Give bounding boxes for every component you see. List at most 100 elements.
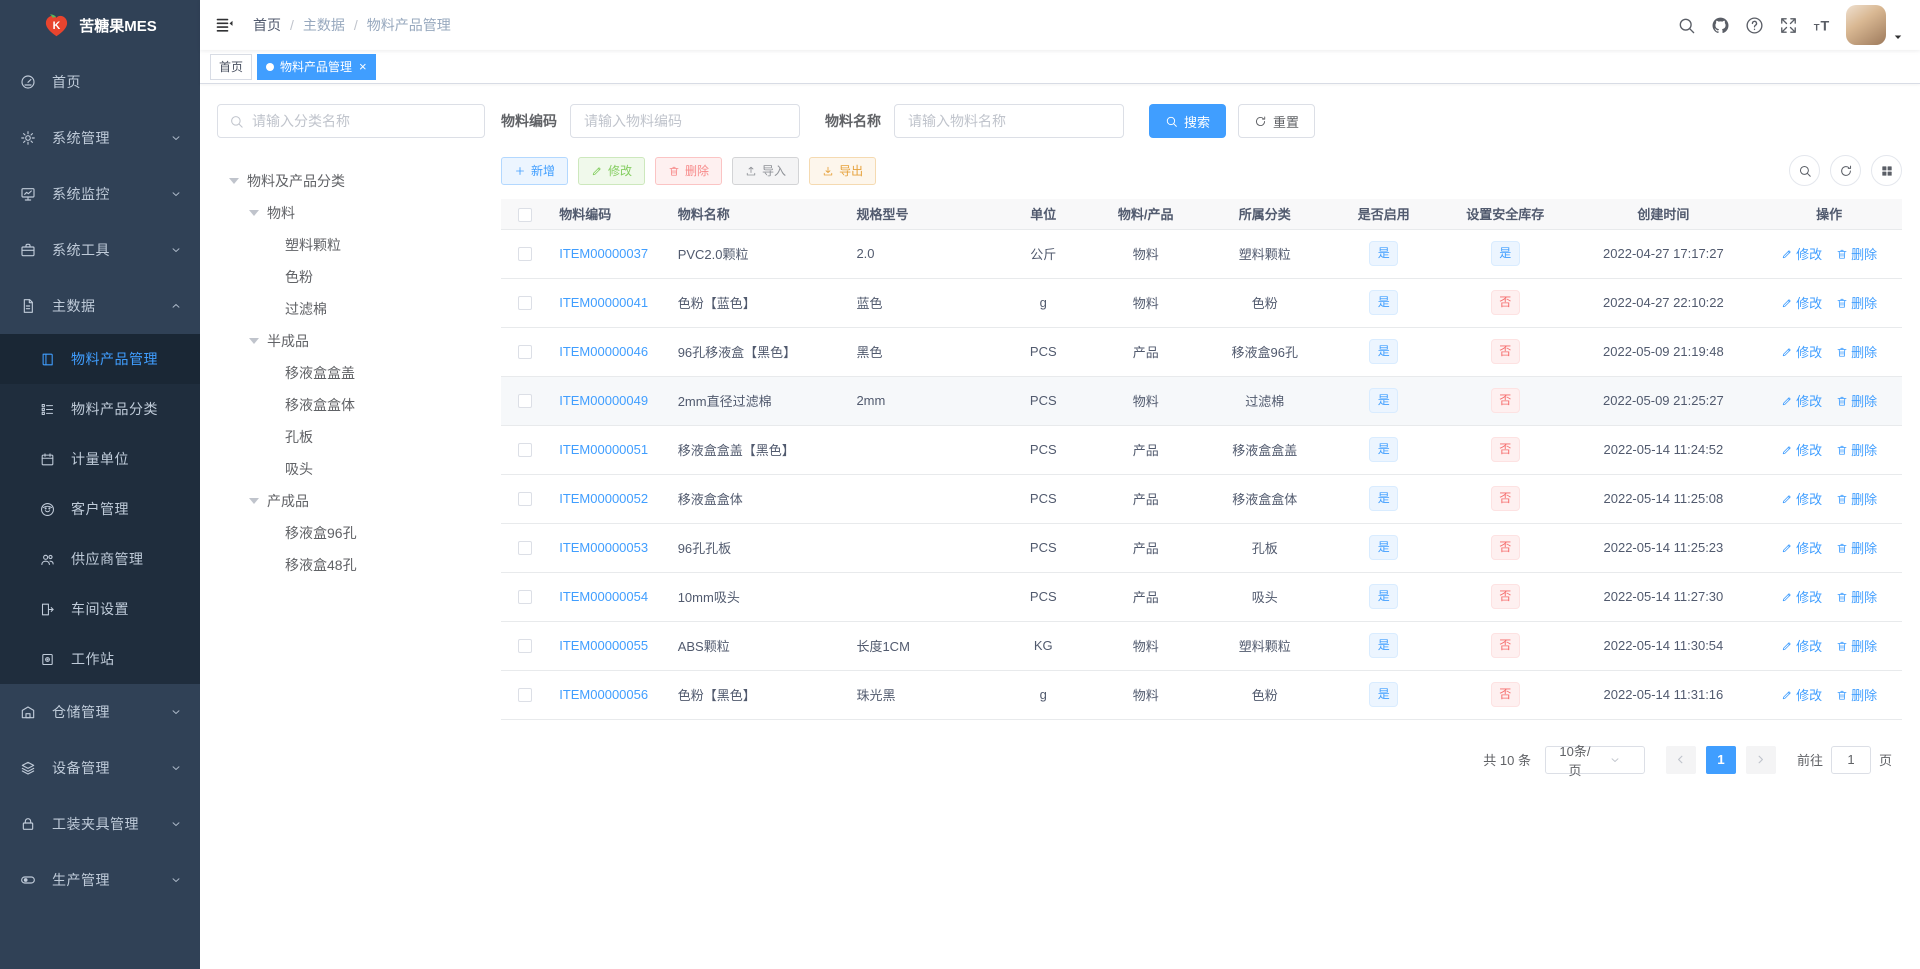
row-checkbox[interactable] <box>518 541 533 556</box>
delete-row-link[interactable]: 删除 <box>1836 391 1877 410</box>
row-checkbox[interactable] <box>518 247 533 262</box>
sidebar-item-3[interactable]: 系统工具 <box>0 222 200 278</box>
tab-0[interactable]: 首页 <box>210 53 253 80</box>
edit-row-link[interactable]: 修改 <box>1781 342 1822 361</box>
prev-page-button[interactable] <box>1665 745 1696 774</box>
sidebar-item-6[interactable]: 设备管理 <box>0 740 200 796</box>
row-checkbox[interactable] <box>518 296 533 311</box>
delete-row-link[interactable]: 删除 <box>1836 685 1877 704</box>
tree-node-4[interactable]: 过滤棉 <box>217 293 485 325</box>
delete-button[interactable]: 删除 <box>655 156 723 185</box>
delete-row-link[interactable]: 删除 <box>1836 489 1877 508</box>
sidebar-subitem-6[interactable]: 工作站 <box>0 634 200 684</box>
search-icon[interactable] <box>1677 16 1696 35</box>
sidebar-subitem-3[interactable]: 客户管理 <box>0 484 200 534</box>
sidebar-item-8[interactable]: 生产管理 <box>0 852 200 908</box>
filter-input-1[interactable] <box>894 104 1124 138</box>
material-code-link[interactable]: ITEM00000037 <box>559 246 648 261</box>
reset-button[interactable]: 重置 <box>1238 104 1316 138</box>
grid-circle-button[interactable] <box>1871 155 1902 186</box>
sidebar-item-5[interactable]: 仓储管理 <box>0 684 200 740</box>
import-button[interactable]: 导入 <box>732 156 800 185</box>
material-code-link[interactable]: ITEM00000052 <box>559 491 648 506</box>
tree-node-3[interactable]: 色粉 <box>217 261 485 293</box>
sidebar-subitem-1[interactable]: 物料产品分类 <box>0 384 200 434</box>
sidebar-subitem-2[interactable]: 计量单位 <box>0 434 200 484</box>
delete-row-link[interactable]: 删除 <box>1836 293 1877 312</box>
sidebar-item-2[interactable]: 系统监控 <box>0 166 200 222</box>
filter-input-0[interactable] <box>570 104 800 138</box>
github-icon[interactable] <box>1711 16 1730 35</box>
sidebar-item-0[interactable]: 首页 <box>0 54 200 110</box>
row-checkbox[interactable] <box>518 688 533 703</box>
delete-row-link[interactable]: 删除 <box>1836 440 1877 459</box>
material-code-link[interactable]: ITEM00000054 <box>559 589 648 604</box>
sidebar-item-1[interactable]: 系统管理 <box>0 110 200 166</box>
sidebar-item-7[interactable]: 工装夹具管理 <box>0 796 200 852</box>
row-checkbox[interactable] <box>518 443 533 458</box>
export-button[interactable]: 导出 <box>809 156 877 185</box>
tree-node-8[interactable]: 孔板 <box>217 421 485 453</box>
search-circle-button[interactable] <box>1789 155 1820 186</box>
sidebar-subitem-5[interactable]: 车间设置 <box>0 584 200 634</box>
row-checkbox[interactable] <box>518 394 533 409</box>
sidebar-subitem-4[interactable]: 供应商管理 <box>0 534 200 584</box>
row-checkbox[interactable] <box>518 639 533 654</box>
select-all-checkbox[interactable] <box>518 207 533 222</box>
edit-row-link[interactable]: 修改 <box>1781 489 1822 508</box>
tab-1[interactable]: 物料产品管理 <box>257 53 376 80</box>
sidebar-subitem-0[interactable]: 物料产品管理 <box>0 334 200 384</box>
edit-row-link[interactable]: 修改 <box>1781 636 1822 655</box>
tree-node-0[interactable]: 物料及产品分类 <box>217 165 485 197</box>
caret-down-icon[interactable] <box>249 210 259 221</box>
edit-row-link[interactable]: 修改 <box>1781 440 1822 459</box>
sidebar-item-4[interactable]: 主数据 <box>0 278 200 334</box>
material-code-link[interactable]: ITEM00000049 <box>559 393 648 408</box>
edit-button[interactable]: 修改 <box>578 156 646 185</box>
tree-node-1[interactable]: 物料 <box>217 197 485 229</box>
edit-row-link[interactable]: 修改 <box>1781 244 1822 263</box>
search-button[interactable]: 搜索 <box>1149 104 1227 138</box>
tree-node-11[interactable]: 移液盒96孔 <box>217 517 485 549</box>
sidebar-fold-icon[interactable] <box>215 15 235 35</box>
delete-row-link[interactable]: 删除 <box>1836 342 1877 361</box>
tree-node-2[interactable]: 塑料颗粒 <box>217 229 485 261</box>
fullscreen-icon[interactable] <box>1779 16 1798 35</box>
user-menu[interactable] <box>1846 5 1904 45</box>
tree-node-7[interactable]: 移液盒盒体 <box>217 389 485 421</box>
tree-search-input[interactable] <box>252 113 473 129</box>
delete-row-link[interactable]: 删除 <box>1836 636 1877 655</box>
next-page-button[interactable] <box>1745 745 1776 774</box>
material-code-link[interactable]: ITEM00000046 <box>559 344 648 359</box>
caret-down-icon[interactable] <box>249 498 259 509</box>
help-icon[interactable] <box>1745 16 1764 35</box>
edit-row-link[interactable]: 修改 <box>1781 685 1822 704</box>
page-1-button[interactable]: 1 <box>1705 745 1736 774</box>
material-code-link[interactable]: ITEM00000055 <box>559 638 648 653</box>
row-checkbox[interactable] <box>518 345 533 360</box>
delete-row-link[interactable]: 删除 <box>1836 244 1877 263</box>
delete-row-link[interactable]: 删除 <box>1836 587 1877 606</box>
refresh-circle-button[interactable] <box>1830 155 1861 186</box>
tree-node-6[interactable]: 移液盒盒盖 <box>217 357 485 389</box>
tree-node-5[interactable]: 半成品 <box>217 325 485 357</box>
edit-row-link[interactable]: 修改 <box>1781 587 1822 606</box>
close-icon[interactable] <box>359 60 367 73</box>
material-code-link[interactable]: ITEM00000051 <box>559 442 648 457</box>
row-checkbox[interactable] <box>518 590 533 605</box>
edit-row-link[interactable]: 修改 <box>1781 538 1822 557</box>
app-logo[interactable]: K 苦糖果MES <box>0 0 200 50</box>
font-size-icon[interactable]: TT <box>1813 16 1832 35</box>
edit-row-link[interactable]: 修改 <box>1781 391 1822 410</box>
caret-down-icon[interactable] <box>249 338 259 349</box>
delete-row-link[interactable]: 删除 <box>1836 538 1877 557</box>
tree-node-12[interactable]: 移液盒48孔 <box>217 549 485 581</box>
tree-node-9[interactable]: 吸头 <box>217 453 485 485</box>
tree-node-10[interactable]: 产成品 <box>217 485 485 517</box>
edit-row-link[interactable]: 修改 <box>1781 293 1822 312</box>
caret-down-icon[interactable] <box>229 178 239 189</box>
material-code-link[interactable]: ITEM00000056 <box>559 687 648 702</box>
add-button[interactable]: 新增 <box>501 156 569 185</box>
breadcrumb-item-1[interactable]: 主数据 <box>281 15 345 35</box>
material-code-link[interactable]: ITEM00000053 <box>559 540 648 555</box>
